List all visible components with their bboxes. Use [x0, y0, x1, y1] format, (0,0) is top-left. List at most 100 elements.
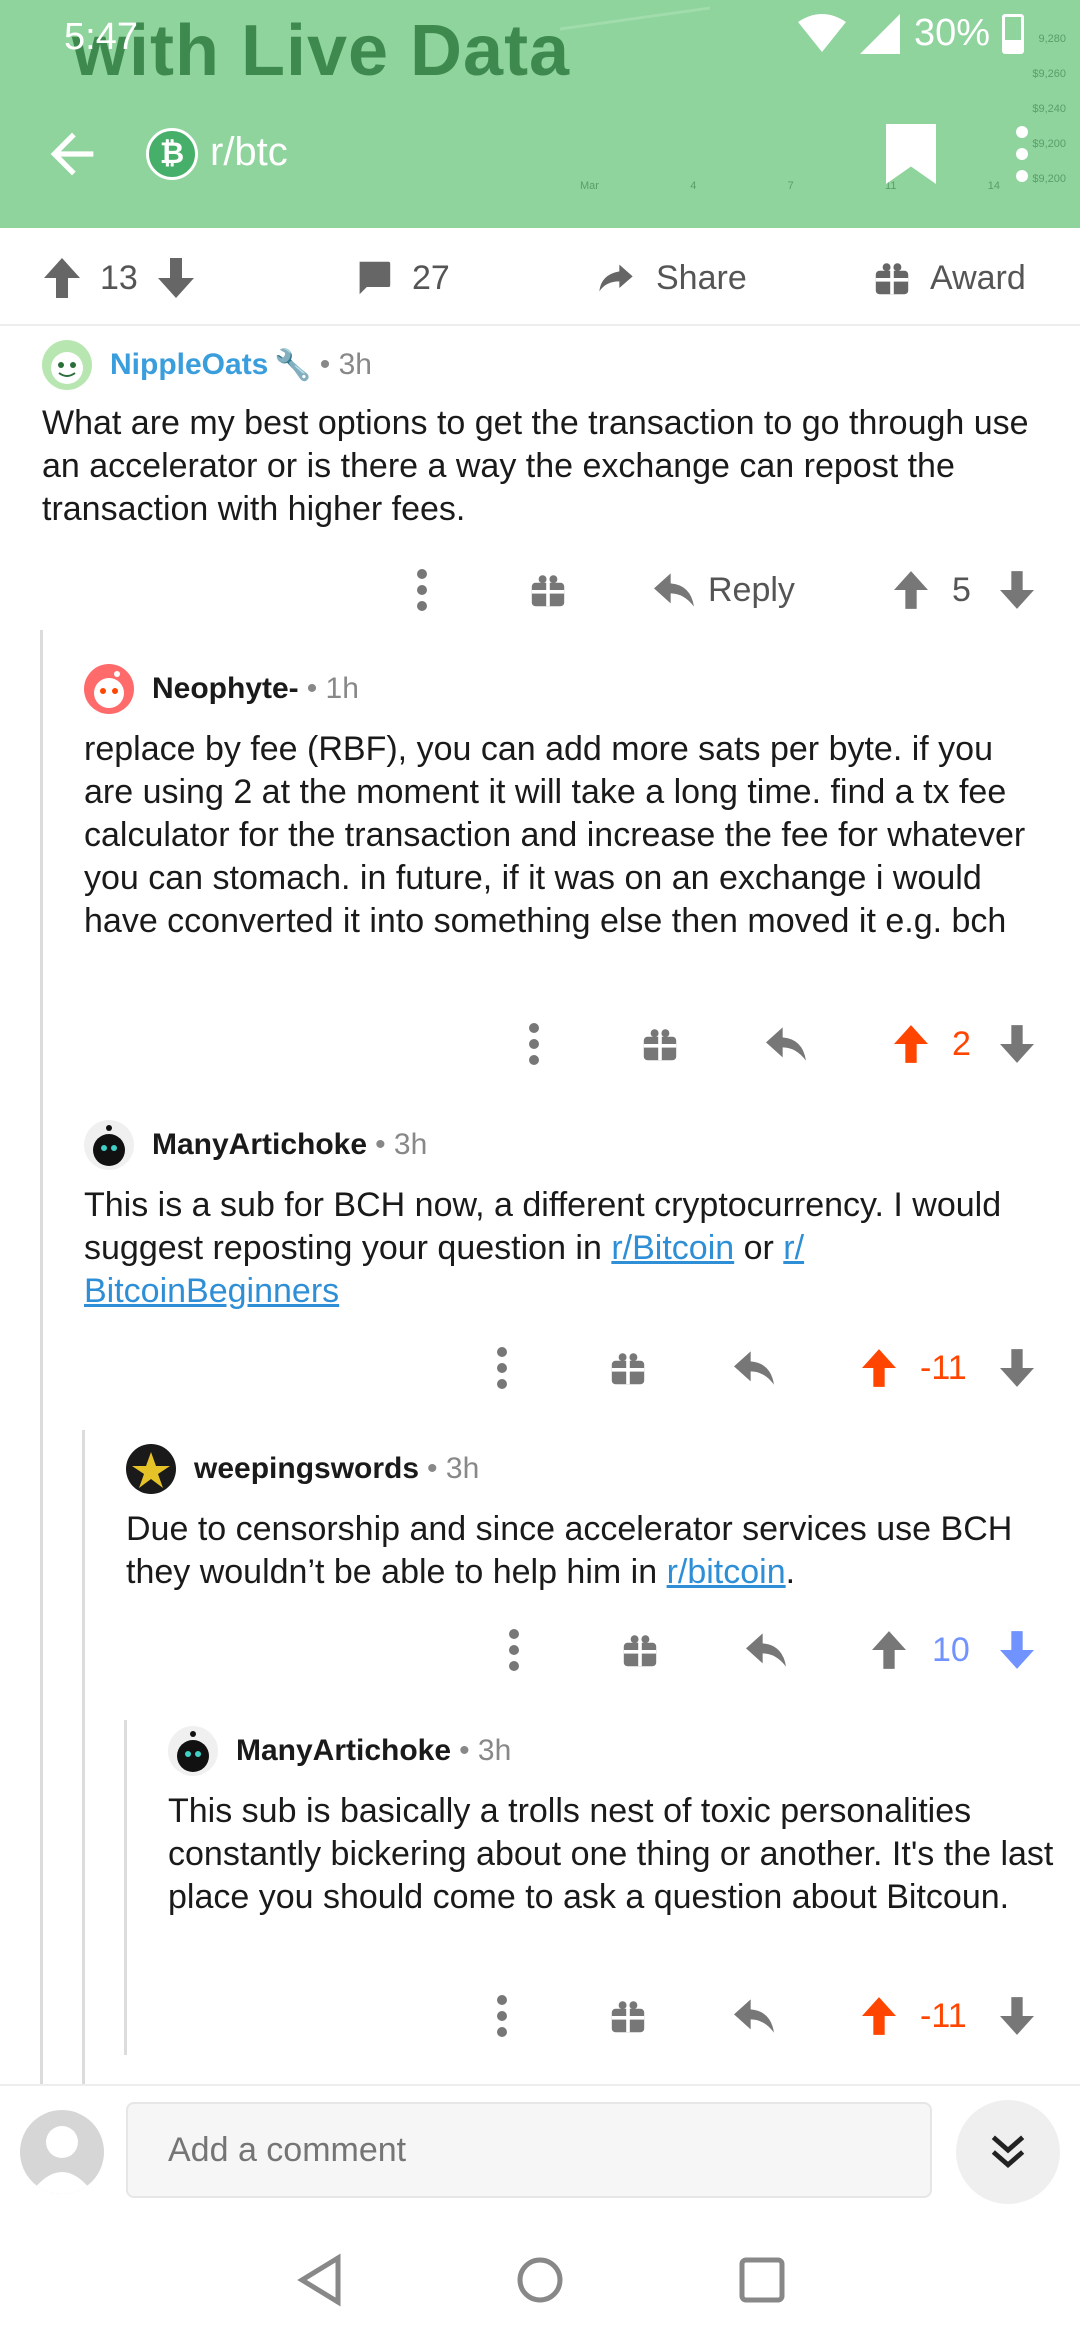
subreddit-link[interactable]: r/bitcoin [667, 1553, 786, 1591]
more-options-icon[interactable] [1002, 124, 1042, 184]
comment-header: ManyArtichoke • 3h [168, 1724, 1058, 1778]
bookmark-icon[interactable] [886, 124, 936, 184]
gift-icon[interactable] [622, 1626, 658, 1674]
post-vote-group: 13 [44, 256, 194, 300]
user-avatar[interactable] [20, 2110, 104, 2194]
signal-icon [859, 13, 900, 54]
more-options-icon[interactable] [490, 1344, 514, 1392]
post-score: 13 [100, 258, 138, 297]
reply-arrow-icon[interactable] [734, 1992, 774, 2040]
comment-header: weepingswords • 3h [126, 1442, 1046, 1496]
header-banner-chart-line [560, 0, 710, 31]
snoo-avatar-icon [132, 1452, 170, 1488]
reply-arrow-icon[interactable] [746, 1626, 786, 1674]
reply-arrow-icon[interactable] [766, 1020, 806, 1068]
share-arrow-icon [599, 264, 633, 292]
upvote-arrow-icon[interactable] [872, 1626, 906, 1674]
snoo-avatar-icon [177, 1731, 209, 1772]
comment-author[interactable]: NippleOats [110, 348, 268, 382]
comment: weepingswords • 3h Due to censorship and… [126, 1442, 1046, 1594]
comment-text: Due to censorship and since accelerator … [126, 1510, 1013, 1591]
share-button[interactable]: Share [596, 256, 747, 300]
comment-text: or [734, 1229, 784, 1267]
more-options-icon[interactable] [522, 1020, 546, 1068]
nav-back-icon[interactable] [290, 2250, 350, 2310]
comment-time: 3h [477, 1734, 512, 1767]
header-banner-x-tick: Mar [580, 180, 599, 192]
comment-count: 27 [412, 258, 450, 297]
subreddit-link[interactable]: r/Bitcoin [611, 1229, 734, 1267]
subreddit-icon[interactable]: ₿ [146, 128, 198, 180]
comment-bubble-icon [359, 261, 391, 295]
comment: ManyArtichoke • 3h This sub is basically… [168, 1724, 1058, 1919]
more-options-icon[interactable] [410, 566, 434, 614]
comment-author[interactable]: weepingswords [194, 1452, 419, 1486]
comment-meta: • 3h [427, 1452, 480, 1485]
upvote-arrow-icon[interactable] [862, 1992, 896, 2040]
user-silhouette-icon [30, 2126, 94, 2194]
gift-icon[interactable] [610, 1992, 646, 2040]
gift-icon[interactable] [642, 1020, 678, 1068]
snoo-avatar-icon [93, 1125, 125, 1166]
upvote-arrow-icon[interactable] [894, 1020, 928, 1068]
nav-recents-icon[interactable] [732, 2250, 792, 2310]
comment-text: This is a sub for BCH now, a different c… [84, 1186, 1002, 1267]
downvote-arrow-icon[interactable] [1000, 1344, 1034, 1392]
comment-author[interactable]: ManyArtichoke [236, 1734, 451, 1768]
gift-icon[interactable] [530, 566, 566, 614]
avatar[interactable] [168, 1726, 218, 1776]
status-icons: 30% [797, 12, 1024, 55]
downvote-arrow-icon[interactable] [157, 258, 194, 298]
upvote-arrow-icon[interactable] [44, 258, 80, 298]
battery-icon [1002, 13, 1024, 54]
comment-body: What are my best options to get the tran… [42, 404, 1029, 528]
comment-actions: -11 [0, 1338, 1080, 1398]
more-options-icon[interactable] [490, 1992, 514, 2040]
header-banner-text: with Live Data [72, 11, 571, 91]
reply-arrow-icon[interactable] [734, 1344, 774, 1392]
comment-header: ManyArtichoke • 3h [84, 1118, 1044, 1172]
comment-header: Neophyte- • 1h [84, 662, 1044, 716]
comment-score: -11 [920, 1348, 967, 1387]
downvote-arrow-icon[interactable] [1000, 1992, 1034, 2040]
downvote-arrow-icon[interactable] [1000, 1020, 1034, 1068]
comment: NippleOats 🔧 • 3h What are my best optio… [42, 338, 1052, 531]
reply-button[interactable]: Reply [654, 566, 795, 614]
avatar[interactable] [84, 1120, 134, 1170]
comment-text: . [785, 1553, 796, 1591]
post-comments-button[interactable]: 27 [356, 256, 450, 300]
comment-meta: • 3h [459, 1734, 512, 1767]
battery-percent: 30% [913, 12, 990, 54]
more-options-icon[interactable] [502, 1626, 526, 1674]
comment-actions: 2 [0, 1014, 1080, 1074]
comment-score: 10 [932, 1630, 970, 1669]
comment-body: replace by fee (RBF), you can add more s… [84, 730, 1026, 940]
gift-icon[interactable] [610, 1344, 646, 1392]
comment-score: -11 [920, 1996, 967, 2035]
comment-meta: • 3h [375, 1128, 428, 1161]
comment-score: 5 [952, 570, 971, 609]
upvote-arrow-icon[interactable] [862, 1344, 896, 1392]
comment-meta: • 3h [319, 348, 372, 381]
comment-body: This sub is basically a trolls nest of t… [168, 1792, 1054, 1916]
comment-author[interactable]: ManyArtichoke [152, 1128, 367, 1162]
comment-actions: 10 [0, 1620, 1080, 1680]
upvote-arrow-icon[interactable] [894, 566, 928, 614]
comment-body: Due to censorship and since accelerator … [126, 1508, 1046, 1594]
back-arrow-icon[interactable] [40, 122, 104, 186]
collapse-thread-button[interactable] [956, 2100, 1060, 2204]
nav-home-icon[interactable] [510, 2250, 570, 2310]
share-label: Share [656, 258, 747, 297]
add-comment-input[interactable] [126, 2102, 932, 2198]
downvote-arrow-icon[interactable] [1000, 1626, 1034, 1674]
wrench-icon: 🔧 [274, 348, 312, 382]
subreddit-name[interactable]: r/btc [210, 130, 288, 175]
avatar[interactable] [84, 664, 134, 714]
comment-time: 3h [393, 1128, 428, 1161]
comment-author[interactable]: Neophyte- [152, 672, 299, 706]
award-button[interactable]: Award [874, 256, 1026, 300]
header-banner-x-tick: 14 [987, 180, 1000, 192]
avatar[interactable] [42, 340, 92, 390]
avatar[interactable] [126, 1444, 176, 1494]
downvote-arrow-icon[interactable] [1000, 566, 1034, 614]
